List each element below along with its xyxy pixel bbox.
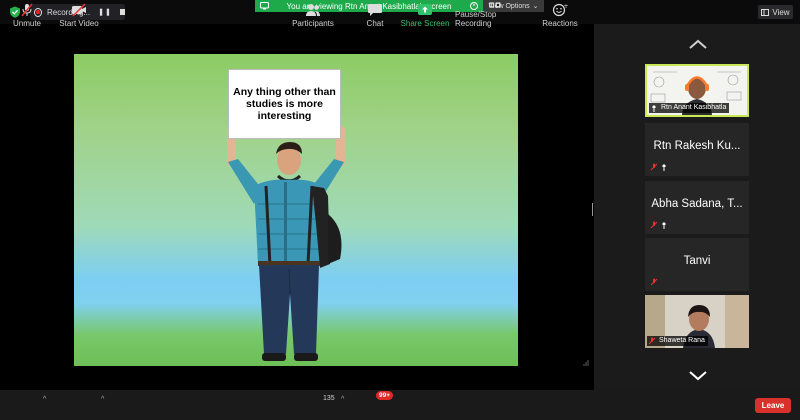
resize-grip-icon[interactable]	[583, 360, 589, 366]
pause-stop-recording-label: Pause/Stop Recording	[455, 10, 497, 28]
participants-label: Participants	[292, 19, 334, 28]
svg-text:+: +	[564, 3, 569, 10]
participant-name-tag: Rtn Anant Kasibhatla	[649, 103, 730, 113]
shared-slide: Any thing other than studies is more int…	[74, 54, 518, 366]
participants-icon	[306, 4, 320, 16]
stop-recording-icon[interactable]	[119, 9, 125, 15]
chat-button[interactable]: Chat	[362, 2, 388, 28]
reactions-icon: +	[552, 3, 568, 17]
pause-stop-icon	[489, 2, 501, 8]
leave-meeting-button[interactable]: Leave	[755, 398, 791, 413]
start-video-label: Start Video	[59, 19, 99, 28]
participant-tile[interactable]: Tanvi	[645, 238, 749, 291]
reactions-label: Reactions	[542, 19, 578, 28]
meeting-toolbar	[0, 390, 800, 420]
chat-icon	[368, 4, 382, 16]
share-screen-button[interactable]: Share Screen	[400, 2, 450, 28]
muted-mic-icon	[650, 163, 658, 171]
participant-name: Rtn Rakesh Ku...	[653, 140, 741, 152]
unmute-button[interactable]: Unmute	[12, 2, 42, 28]
share-screen-label: Share Screen	[400, 19, 450, 28]
protest-sign: Any thing other than studies is more int…	[228, 69, 341, 139]
chat-unread-badge: 99+	[376, 391, 393, 400]
screen-share-icon	[260, 2, 269, 10]
participant-name-tag: Shaweta Rana	[647, 336, 708, 346]
participant-tile[interactable]: Rtn Rakesh Ku...	[645, 123, 749, 176]
participants-button[interactable]: Participants	[291, 2, 335, 28]
chat-label: Chat	[366, 19, 384, 28]
chevron-down-icon[interactable]	[688, 370, 708, 382]
start-video-button[interactable]: Start Video	[58, 2, 100, 28]
pin-icon	[662, 222, 666, 229]
pause-recording-icon[interactable]: ❚❚	[98, 8, 112, 16]
view-button-label: View	[772, 7, 790, 17]
video-options-caret-icon[interactable]: ^	[101, 396, 104, 403]
view-button[interactable]: View	[758, 5, 793, 19]
reactions-button[interactable]: + Reactions	[542, 2, 578, 28]
pause-stop-recording-button[interactable]: Pause/Stop Recording	[455, 2, 535, 28]
audio-options-caret-icon[interactable]: ^	[43, 396, 46, 403]
share-screen-icon	[418, 4, 432, 15]
pin-icon	[652, 105, 656, 112]
participant-name: Abha Sadana, T...	[651, 198, 743, 210]
participant-video-tile[interactable]: Shaweta Rana	[645, 295, 749, 348]
participants-options-caret-icon[interactable]: ^	[341, 396, 344, 403]
muted-mic-icon	[648, 337, 656, 345]
pin-icon	[662, 164, 666, 171]
participant-name: Tanvi	[683, 255, 711, 267]
chevron-up-icon[interactable]	[688, 38, 708, 50]
video-off-icon	[72, 3, 86, 17]
mic-off-icon	[21, 3, 33, 17]
unmute-label: Unmute	[12, 19, 41, 28]
video-tile-active-speaker[interactable]: Rtn Anant Kasibhatla	[645, 64, 749, 117]
muted-mic-icon	[650, 278, 658, 286]
muted-mic-icon	[650, 221, 658, 229]
participant-tile[interactable]: Abha Sadana, T...	[645, 181, 749, 234]
participants-count: 135	[323, 395, 335, 402]
gallery-view-icon	[761, 8, 770, 16]
